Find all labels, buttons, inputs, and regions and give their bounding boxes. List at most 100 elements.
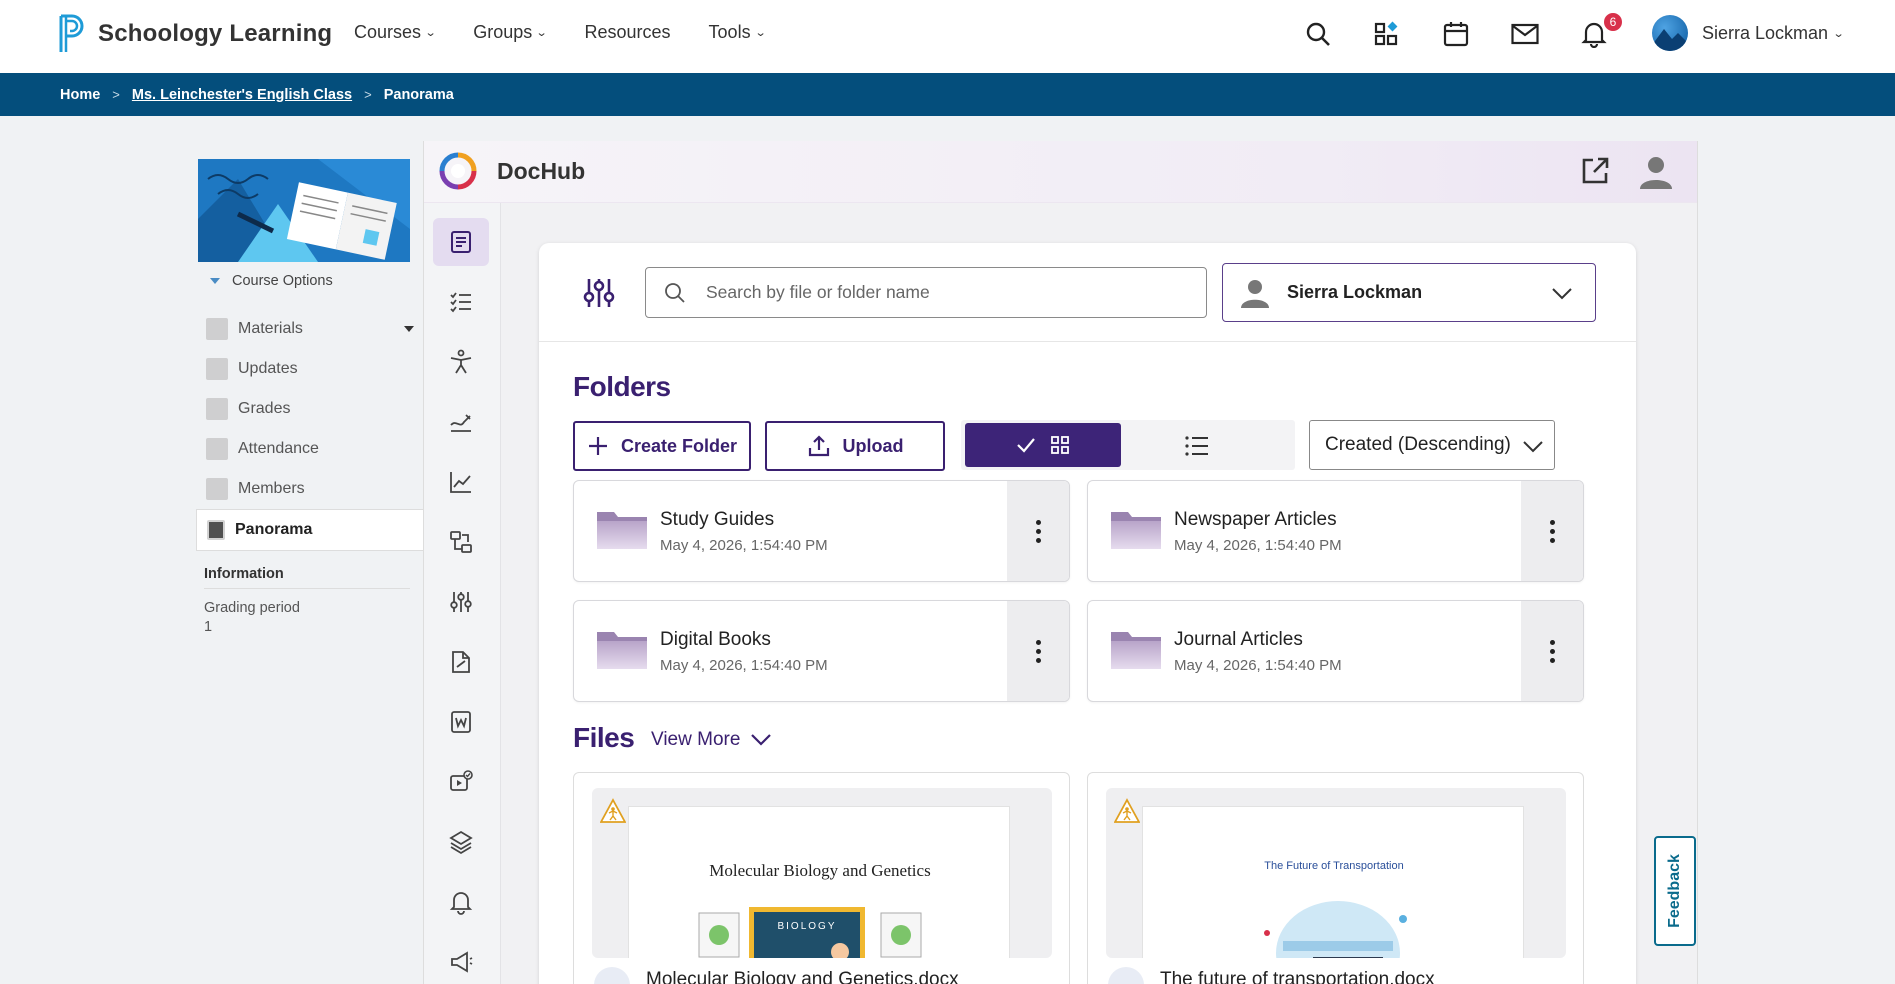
sidebar-item-grades[interactable]: Grades: [196, 389, 424, 429]
folder-card[interactable]: Study Guides May 4, 2026, 1:54:40 PM: [573, 480, 1070, 582]
grades-icon: [206, 398, 228, 420]
rail-workflow[interactable]: [433, 518, 489, 566]
caret-down-icon[interactable]: [404, 326, 414, 332]
folder-name: Digital Books: [660, 629, 771, 650]
brand-name: Schoology Learning: [98, 20, 333, 47]
sidebar-item-materials[interactable]: Materials: [196, 309, 424, 349]
open-external-icon[interactable]: [1579, 155, 1611, 187]
nav-tools[interactable]: Tools ⌄: [709, 22, 767, 43]
settings-sliders-icon: [450, 592, 472, 612]
file-type-icon: [594, 967, 630, 984]
rail-file-edit[interactable]: [433, 638, 489, 686]
search-icon[interactable]: [1300, 16, 1336, 52]
more-options-button[interactable]: [1007, 601, 1069, 701]
folder-name: Study Guides: [660, 509, 775, 530]
course-options[interactable]: Course Options: [210, 273, 333, 289]
breadcrumb-home[interactable]: Home: [60, 87, 100, 103]
breadcrumb-separator: >: [364, 87, 372, 102]
upload-button[interactable]: Upload: [765, 421, 945, 471]
owner-select[interactable]: Sierra Lockman: [1222, 263, 1596, 322]
more-options-button[interactable]: [1521, 481, 1583, 581]
dochub-logo-icon: [439, 152, 477, 190]
user-menu[interactable]: Sierra Lockman ⌄: [1652, 15, 1845, 51]
rail-analytics[interactable]: [433, 458, 489, 506]
sidebar-item-label: Materials: [238, 320, 303, 337]
breadcrumb-separator: >: [112, 87, 120, 102]
layers-icon: [449, 830, 473, 855]
folder-name: Newspaper Articles: [1174, 509, 1337, 530]
nav-resources[interactable]: Resources: [585, 22, 671, 43]
account-icon[interactable]: [1637, 153, 1675, 191]
filter-icon[interactable]: [577, 271, 621, 315]
search-icon: [665, 282, 685, 303]
file-card[interactable]: The Future of Transportation The future …: [1087, 772, 1584, 984]
bell-icon[interactable]: 6: [1576, 11, 1624, 52]
folder-card[interactable]: Digital Books May 4, 2026, 1:54:40 PM: [573, 600, 1070, 702]
rail-settings[interactable]: [433, 578, 489, 626]
mail-icon[interactable]: [1507, 16, 1543, 52]
nav-groups[interactable]: Groups ⌄: [473, 22, 548, 43]
create-folder-button[interactable]: Create Folder: [573, 421, 751, 471]
chevron-down-icon: ⌄: [1832, 27, 1845, 40]
sidebar-item-label: Updates: [238, 360, 298, 377]
folder-icon: [1111, 512, 1161, 549]
course-image[interactable]: [198, 159, 410, 262]
folder-name: Journal Articles: [1174, 629, 1303, 650]
file-thumbnail: Molecular Biology and Genetics BIOLOGY: [592, 788, 1052, 958]
more-options-button[interactable]: [1521, 601, 1583, 701]
sidebar-item-attendance[interactable]: Attendance: [196, 429, 424, 469]
rail-layers[interactable]: [433, 818, 489, 866]
rail-video[interactable]: [433, 758, 489, 806]
rail-announcements[interactable]: [433, 938, 489, 984]
tool-rail: [424, 203, 501, 984]
folder-card[interactable]: Newspaper Articles May 4, 2026, 1:54:40 …: [1087, 480, 1584, 582]
feedback-button[interactable]: Feedback: [1654, 836, 1696, 946]
rail-signing[interactable]: [433, 398, 489, 446]
schoology-logo[interactable]: Schoology Learning: [58, 14, 332, 54]
more-options-button[interactable]: [1007, 481, 1069, 581]
upload-icon: [808, 435, 829, 457]
document-preview: The Future of Transportation: [1142, 806, 1524, 958]
breadcrumb-course[interactable]: Ms. Leinchester's English Class: [132, 87, 352, 103]
grid-view-button[interactable]: [965, 423, 1121, 467]
top-header: Schoology Learning Courses ⌄ Groups ⌄ Reso…: [0, 0, 1895, 73]
sidebar-item-panorama[interactable]: Panorama: [196, 509, 424, 551]
search-input[interactable]: [706, 282, 1186, 303]
megaphone-icon: [451, 951, 473, 973]
view-toggle: [961, 420, 1295, 470]
sidebar-item-members[interactable]: Members: [196, 469, 424, 509]
file-card[interactable]: Molecular Biology and Genetics BIOLOGY M…: [573, 772, 1070, 984]
search-box[interactable]: [645, 267, 1207, 318]
accessibility-icon: [450, 349, 472, 374]
course-options-label: Course Options: [232, 273, 333, 289]
nav-courses[interactable]: Courses ⌄: [354, 22, 437, 43]
folder-icon: [1111, 632, 1161, 669]
folder-card[interactable]: Journal Articles May 4, 2026, 1:54:40 PM: [1087, 600, 1584, 702]
folders-heading: Folders: [573, 371, 671, 402]
preview-title: The Future of Transportation: [1264, 860, 1404, 872]
nav-resources-label: Resources: [584, 22, 671, 42]
view-more-button[interactable]: View More: [651, 729, 772, 751]
sort-select[interactable]: Created (Descending): [1309, 420, 1555, 470]
checklist-icon: [450, 292, 471, 313]
notification-badge: 6: [1602, 11, 1624, 33]
signing-icon: [450, 414, 471, 432]
apps-icon[interactable]: [1369, 16, 1405, 52]
warning-icon: [600, 798, 626, 823]
rail-word-doc[interactable]: [433, 698, 489, 746]
list-view-icon[interactable]: [1183, 432, 1211, 460]
attendance-icon: [206, 438, 228, 460]
rail-checklist[interactable]: [433, 278, 489, 326]
rail-documents[interactable]: [433, 218, 489, 266]
dochub-title: DocHub: [497, 158, 586, 184]
calendar-icon[interactable]: [1438, 16, 1474, 52]
workflow-icon: [450, 531, 472, 553]
sort-label: Created (Descending): [1325, 434, 1511, 455]
avatar: [1652, 15, 1688, 51]
rail-accessibility[interactable]: [433, 338, 489, 386]
warning-icon: [1114, 798, 1140, 823]
rail-notifications[interactable]: [433, 878, 489, 926]
sidebar-item-updates[interactable]: Updates: [196, 349, 424, 389]
documents-icon: [451, 231, 471, 253]
updates-icon: [206, 358, 228, 380]
